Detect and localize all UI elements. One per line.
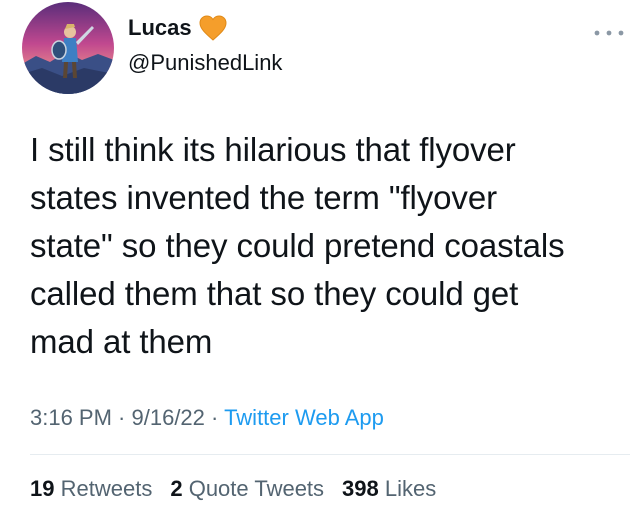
tweet-card: Lucas @PunishedLink I still think its hi… [0, 0, 640, 523]
tweet-source-link[interactable]: Twitter Web App [224, 405, 384, 430]
retweets-label: Retweets [60, 476, 153, 501]
likes-count: 398 [342, 476, 379, 501]
author-handle[interactable]: @PunishedLink [128, 50, 282, 76]
display-name[interactable]: Lucas [128, 15, 192, 41]
retweets-count: 19 [30, 476, 55, 501]
meta-separator: · [204, 405, 225, 430]
ellipsis-icon [594, 30, 624, 36]
divider [30, 454, 630, 455]
likes-stat[interactable]: 398 Likes [342, 476, 436, 502]
avatar[interactable] [22, 2, 114, 94]
tweet-text-line: state" so they could pretend coastals [30, 227, 565, 264]
retweets-stat[interactable]: 19 Retweets [30, 476, 152, 502]
author-name-row: Lucas [128, 14, 228, 42]
tweet-date[interactable]: 9/16/22 [132, 405, 205, 430]
avatar-image [22, 2, 114, 94]
tweet-text: I still think its hilarious that flyover… [30, 126, 630, 366]
tweet-time[interactable]: 3:16 PM [30, 405, 112, 430]
tweet-text-line: states invented the term "flyover [30, 179, 497, 216]
tweet-text-line: I still think its hilarious that flyover [30, 131, 516, 168]
more-options-button[interactable] [592, 24, 626, 42]
meta-separator: · [111, 405, 132, 430]
orange-heart-icon [198, 14, 228, 42]
tweet-meta: 3:16 PM · 9/16/22 · Twitter Web App [30, 405, 384, 431]
tweet-stats: 19 Retweets 2 Quote Tweets 398 Likes [30, 476, 436, 502]
quote-tweets-label: Quote Tweets [188, 476, 325, 501]
likes-label: Likes [384, 476, 437, 501]
tweet-text-line: called them that so they could get [30, 275, 519, 312]
quote-tweets-count: 2 [170, 476, 183, 501]
tweet-text-line: mad at them [30, 323, 213, 360]
quote-tweets-stat[interactable]: 2 Quote Tweets [170, 476, 324, 502]
